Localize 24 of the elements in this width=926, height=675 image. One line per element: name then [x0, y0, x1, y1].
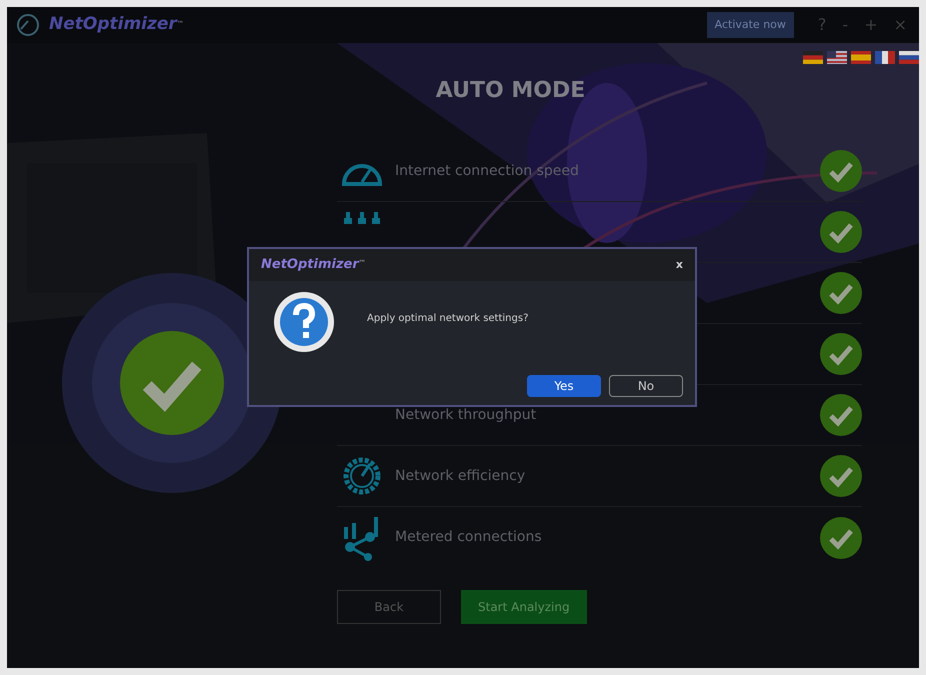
page-title: AUTO MODE — [436, 77, 586, 105]
window-control[interactable]: × — [894, 13, 907, 37]
activate-button[interactable]: Activate now — [706, 12, 794, 38]
window-control[interactable]: - — [842, 13, 848, 37]
dialog-message: Apply optimal network settings? — [367, 312, 528, 326]
dialog-logo: NetOptimizer$^{™}$ — [261, 256, 366, 274]
flag-icon[interactable] — [899, 51, 919, 64]
secondary-button[interactable]: No — [609, 375, 683, 397]
window-control[interactable]: ? — [818, 13, 826, 37]
app-logo: NetOptimizer$^{™}$ — [49, 13, 184, 36]
confirm-button[interactable]: Yes — [527, 375, 601, 397]
check-item-label: Network efficiency — [395, 466, 526, 486]
question-icon — [273, 291, 335, 353]
logo-icon — [15, 13, 41, 37]
check-item-label: Network throughput — [395, 406, 536, 424]
flag-icon[interactable] — [803, 51, 823, 64]
close-button[interactable]: x — [676, 256, 683, 274]
flag-icon[interactable] — [827, 51, 847, 64]
flag-icon[interactable] — [875, 51, 895, 64]
check-item-label: Internet connection speed — [395, 162, 579, 180]
window-control[interactable]: + — [864, 13, 878, 37]
confirm-button[interactable]: Start Analyzing — [461, 590, 587, 624]
secondary-button[interactable]: Back — [337, 590, 441, 624]
check-item-label: Metered connections — [395, 528, 542, 547]
